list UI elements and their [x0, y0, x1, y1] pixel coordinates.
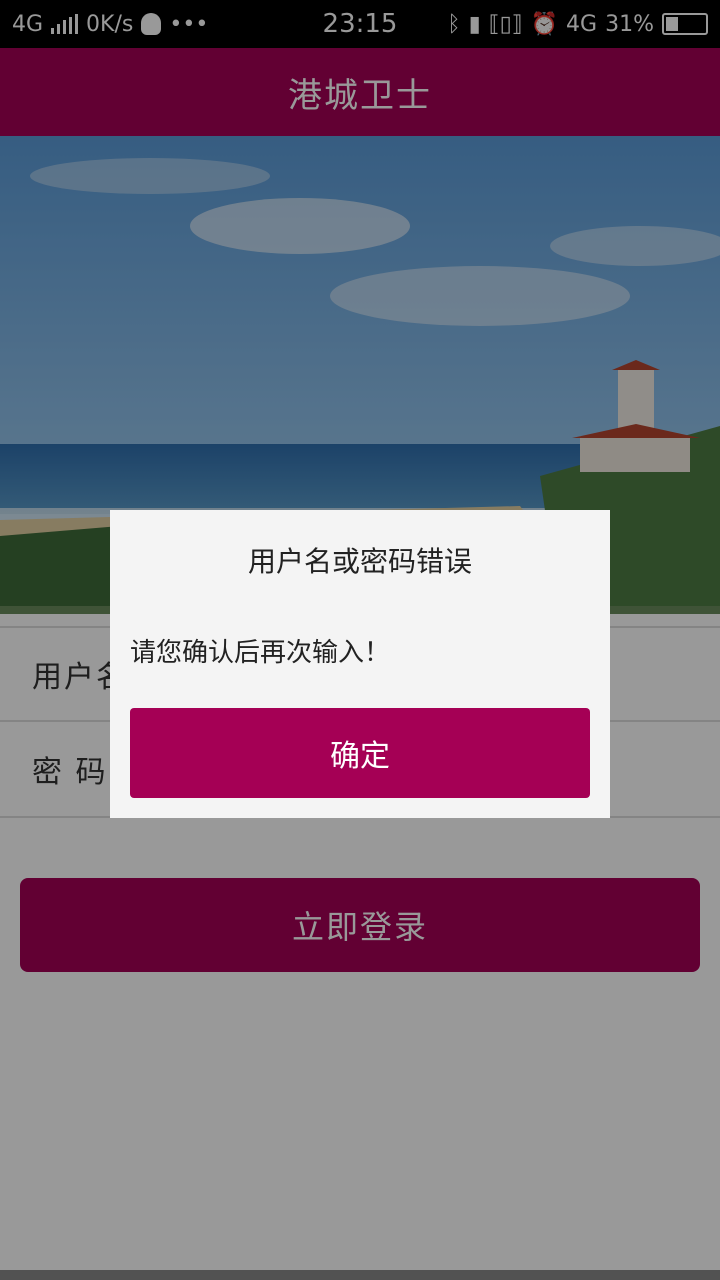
dialog-message: 请您确认后再次输入！: [130, 638, 391, 668]
dialog-title: 用户名或密码错误: [247, 545, 472, 578]
error-dialog: 用户名或密码错误 请您确认后再次输入！ 确定: [110, 510, 610, 818]
confirm-button[interactable]: 确定: [130, 708, 590, 798]
login-screen: 4G 0K/s ••• 23:15 ᛒ ▮ ⟦▯⟧ ⏰ 4G 31% 港城卫士: [0, 0, 720, 1280]
